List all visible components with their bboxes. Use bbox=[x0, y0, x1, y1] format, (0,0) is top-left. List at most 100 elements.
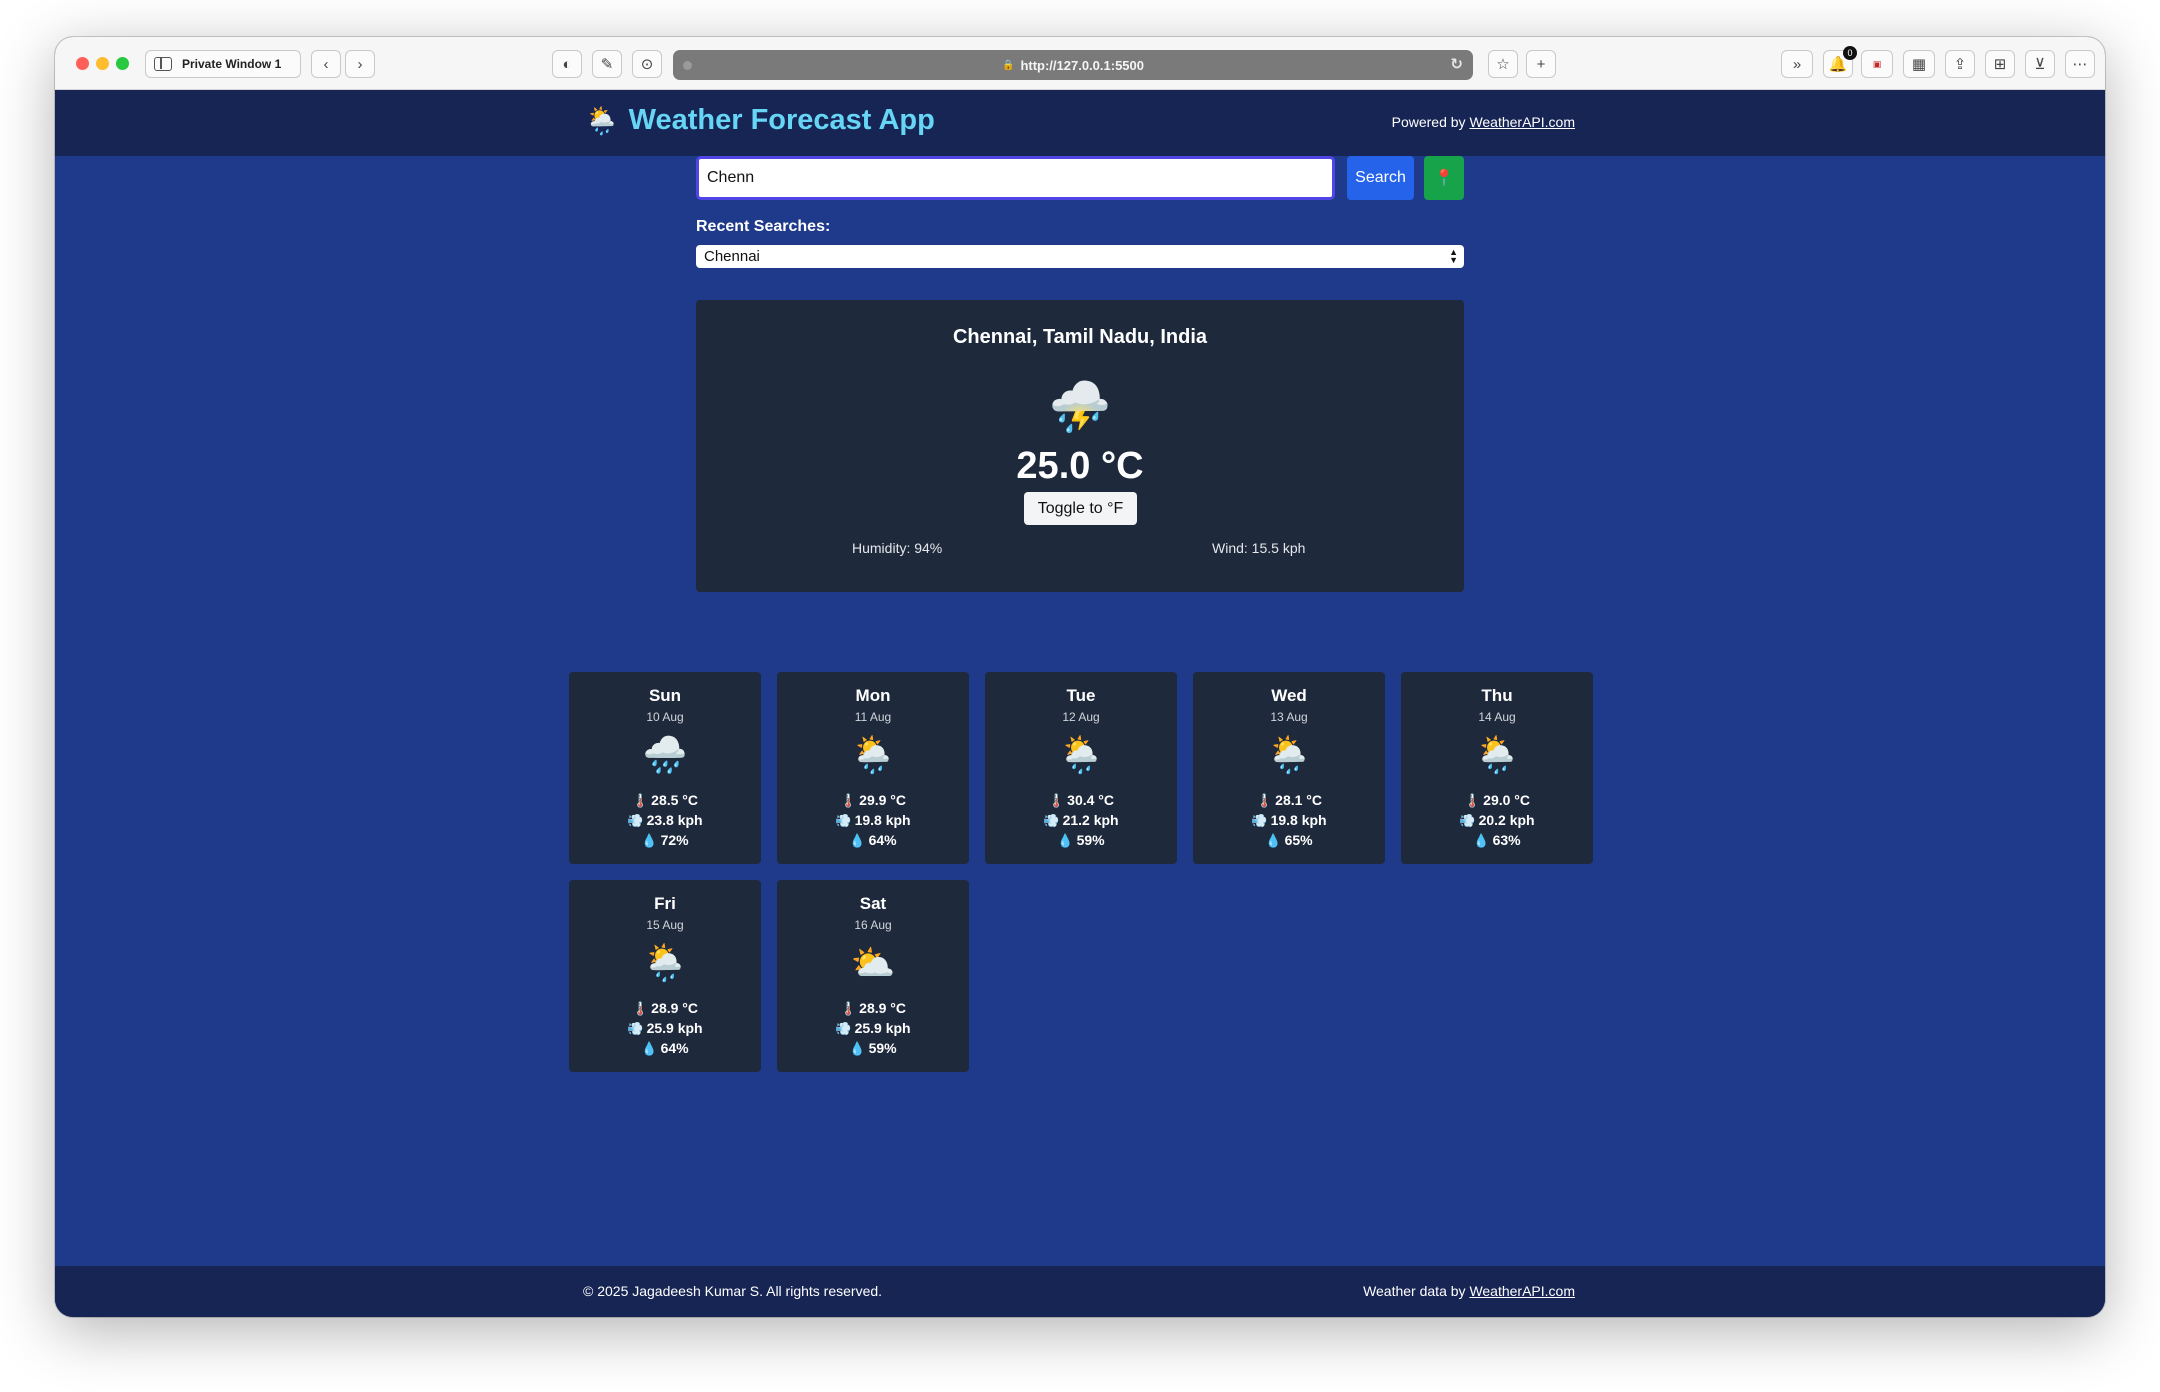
forecast-card-mon: Mon 11 Aug 🌦️ 🌡️ 29.9 °C 💨 19.8 kph 💧 64% bbox=[777, 672, 969, 864]
close-window-button[interactable] bbox=[76, 57, 89, 70]
forecast-humidity: 💧 72% bbox=[569, 832, 761, 849]
forecast-humidity-value: 63% bbox=[1492, 832, 1521, 848]
forecast-card-fri: Fri 15 Aug 🌦️ 🌡️ 28.9 °C 💨 25.9 kph 💧 64% bbox=[569, 880, 761, 1072]
forecast-humidity: 💧 65% bbox=[1193, 832, 1385, 849]
forecast-date: 15 Aug bbox=[646, 918, 684, 932]
reload-icon[interactable]: ↻ bbox=[1450, 55, 1463, 73]
cors-icon: ▣ bbox=[1872, 58, 1882, 69]
forecast-wind: 💨 19.8 kph bbox=[1193, 812, 1385, 829]
forecast-wind-value: 20.2 kph bbox=[1478, 812, 1535, 828]
thermometer-icon: 🌡️ bbox=[1047, 793, 1065, 808]
droplet-icon: 💧 bbox=[641, 833, 658, 848]
powered-by: Powered by WeatherAPI.com bbox=[1392, 114, 1575, 130]
wind-icon: 💨 bbox=[835, 1021, 852, 1036]
app-title: Weather Forecast App bbox=[628, 104, 935, 136]
search-bar: Search 📍 bbox=[696, 156, 1464, 200]
sun-rain-cloud-icon: 🌦️ bbox=[1058, 734, 1104, 775]
app-header: 🌦️ Weather Forecast App Powered by Weath… bbox=[55, 90, 2105, 156]
current-location-button[interactable]: 📍 bbox=[1424, 156, 1464, 200]
forecast-card-thu: Thu 14 Aug 🌦️ 🌡️ 29.0 °C 💨 20.2 kph 💧 63% bbox=[1401, 672, 1593, 864]
browser-window: Private Window 1 ‹ › ◐ ✎ ⊙ 🔒 http://127.… bbox=[55, 37, 2105, 1317]
zoom-window-button[interactable] bbox=[116, 57, 129, 70]
share-button[interactable]: ⇪ bbox=[1945, 50, 1975, 78]
compass-icon: ⊙ bbox=[640, 56, 654, 73]
forecast-date: 16 Aug bbox=[854, 918, 892, 932]
sun-rain-cloud-icon: 🌦️ bbox=[642, 942, 688, 983]
thermometer-icon: 🌡️ bbox=[631, 793, 649, 808]
forecast-temp-value: 29.9 °C bbox=[859, 792, 907, 808]
browser-toolbar: Private Window 1 ‹ › ◐ ✎ ⊙ 🔒 http://127.… bbox=[55, 37, 2105, 90]
forecast-temp: 🌡️ 28.1 °C bbox=[1193, 792, 1385, 809]
sidebar-toggle-button[interactable]: Private Window 1 bbox=[145, 50, 301, 78]
forecast-wind: 💨 19.8 kph bbox=[777, 812, 969, 829]
forecast-date: 14 Aug bbox=[1478, 710, 1516, 724]
chevron-right-icon: › bbox=[357, 55, 363, 73]
droplet-icon: 💧 bbox=[1057, 833, 1074, 848]
address-bar[interactable]: 🔒 http://127.0.0.1:5500 ↻ bbox=[673, 50, 1473, 80]
search-button[interactable]: Search bbox=[1347, 156, 1414, 200]
app-footer: © 2025 Jagadeesh Kumar S. All rights res… bbox=[55, 1266, 2105, 1317]
thermometer-icon: 🌡️ bbox=[631, 1001, 649, 1016]
forecast-temp: 🌡️ 28.9 °C bbox=[569, 1000, 761, 1017]
forecast-day: Sat bbox=[859, 894, 887, 913]
forecast-humidity: 💧 59% bbox=[777, 1040, 969, 1057]
weatherapi-footer-link[interactable]: WeatherAPI.com bbox=[1469, 1283, 1575, 1299]
back-button[interactable]: ‹ bbox=[311, 50, 341, 78]
wind-icon: 💨 bbox=[1251, 813, 1268, 828]
location-pin-icon: 📍 bbox=[1434, 170, 1454, 187]
droplet-icon: 💧 bbox=[849, 833, 866, 848]
recent-selected-value: Chennai bbox=[704, 248, 760, 265]
extension-button[interactable]: ✎ bbox=[592, 50, 622, 78]
current-wind: Wind: 15.5 kph bbox=[1212, 540, 1306, 556]
extension-cors-button[interactable]: ▣ bbox=[1861, 50, 1893, 78]
current-temperature: 25.0 °C bbox=[1016, 445, 1144, 487]
recent-searches-select[interactable]: Chennai ▲ ▼ bbox=[696, 245, 1464, 268]
wind-icon: 💨 bbox=[627, 813, 644, 828]
forecast-temp-value: 29.0 °C bbox=[1483, 792, 1531, 808]
weatherapi-link[interactable]: WeatherAPI.com bbox=[1469, 114, 1575, 130]
downloads-button[interactable]: ⊻ bbox=[2025, 50, 2055, 78]
forward-button[interactable]: › bbox=[345, 50, 375, 78]
url-text: http://127.0.0.1:5500 bbox=[1020, 57, 1144, 73]
droplet-icon: 💧 bbox=[641, 1041, 658, 1056]
forecast-wind: 💨 20.2 kph bbox=[1401, 812, 1593, 829]
share-icon: ⇪ bbox=[1953, 56, 1967, 73]
forecast-date: 13 Aug bbox=[1270, 710, 1308, 724]
tab-overview-button[interactable]: ⊞ bbox=[1985, 50, 2015, 78]
forecast-wind-value: 21.2 kph bbox=[1062, 812, 1119, 828]
city-search-input[interactable] bbox=[696, 156, 1335, 200]
rain-cloud-icon: 🌧️ bbox=[642, 734, 688, 775]
download-icon: ⊻ bbox=[2034, 56, 2046, 73]
qr-icon: ▦ bbox=[1911, 56, 1927, 73]
forecast-day: Sun bbox=[648, 686, 682, 705]
notifications-button[interactable]: 🔔 0 bbox=[1823, 46, 1857, 78]
bookmark-button[interactable]: ☆ bbox=[1488, 50, 1518, 78]
ellipsis-icon: ⋯ bbox=[2072, 56, 2088, 73]
thermometer-icon: 🌡️ bbox=[1255, 793, 1273, 808]
select-arrows-icon: ▲ ▼ bbox=[1449, 247, 1458, 265]
app-logo: 🌦️ Weather Forecast App bbox=[585, 104, 935, 137]
media-button[interactable]: » bbox=[1781, 50, 1813, 78]
plus-icon: + bbox=[1536, 55, 1546, 73]
current-location: Chennai, Tamil Nadu, India bbox=[952, 326, 1208, 348]
thermometer-icon: 🌡️ bbox=[1463, 793, 1481, 808]
shield-button[interactable]: ◐ bbox=[552, 50, 582, 78]
reader-button[interactable]: ⊙ bbox=[632, 50, 662, 78]
current-humidity: Humidity: 94% bbox=[852, 540, 943, 556]
forecast-humidity-value: 59% bbox=[868, 1040, 897, 1056]
forecast-temp: 🌡️ 29.9 °C bbox=[777, 792, 969, 809]
forecast-day: Fri bbox=[654, 894, 676, 913]
minimize-window-button[interactable] bbox=[96, 57, 109, 70]
forecast-temp-value: 30.4 °C bbox=[1067, 792, 1115, 808]
site-dot-icon bbox=[683, 61, 692, 70]
forecast-humidity-value: 59% bbox=[1076, 832, 1105, 848]
forecast-humidity: 💧 64% bbox=[569, 1040, 761, 1057]
extension-qr-button[interactable]: ▦ bbox=[1903, 50, 1935, 78]
new-tab-button[interactable]: + bbox=[1526, 50, 1556, 78]
chevron-left-icon: ‹ bbox=[323, 55, 329, 73]
toggle-unit-button[interactable]: Toggle to °F bbox=[1024, 492, 1137, 525]
pen-icon: ✎ bbox=[600, 56, 614, 73]
thermometer-icon: 🌡️ bbox=[839, 793, 857, 808]
forecast-day: Thu bbox=[1481, 686, 1513, 705]
more-button[interactable]: ⋯ bbox=[2065, 50, 2095, 78]
